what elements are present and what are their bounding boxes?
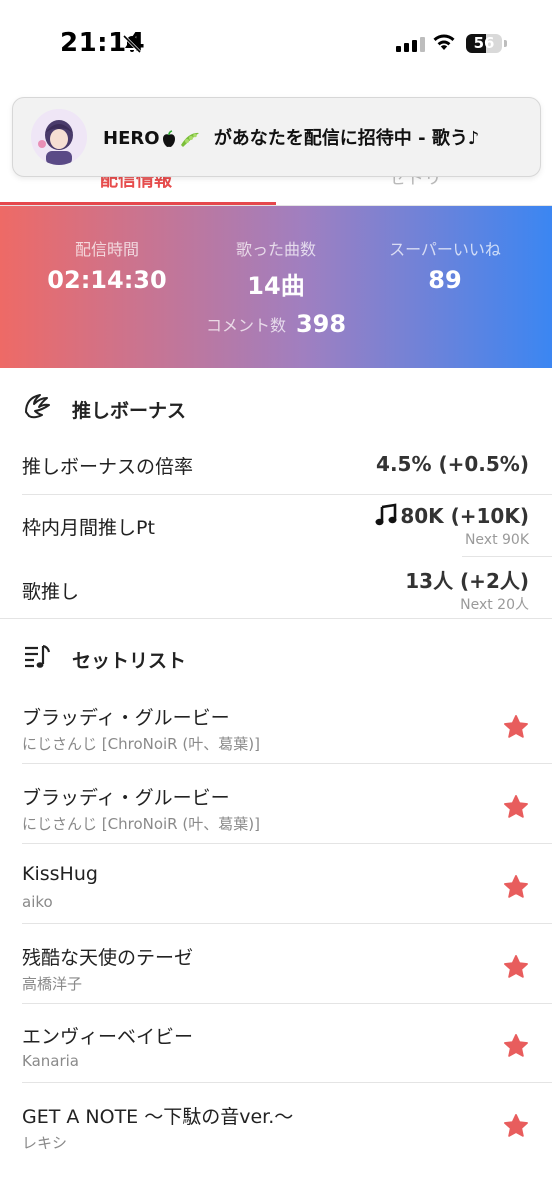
inviter-name: HERO [103,128,160,149]
stat-value: 89 [428,266,462,294]
song-artist: にじさんじ [ChroNoiR (叶、葛葉)] [22,815,260,833]
song-title: エンヴィーベイビー [22,1026,194,1048]
song-artist: レキシ [22,1134,68,1152]
star-icon[interactable] [502,953,530,981]
setlist-item[interactable]: KissHug aiko [0,845,552,924]
star-icon[interactable] [502,873,530,901]
divider [22,923,552,924]
stat-value: 02:14:30 [47,266,167,294]
cellular-signal-icon [396,37,425,52]
row-label: 歌推し [22,581,80,603]
stat-value: 14曲 [247,272,305,300]
battery-icon: 56 [466,34,502,53]
stat-label: 歌った曲数 [235,240,316,259]
wing-icon [25,394,50,419]
row-label: 枠内月間推しPt [22,517,155,539]
stat-value: 398 [295,310,347,338]
row-sub: Next 20人 [460,597,529,613]
setlist-item[interactable]: エンヴィーベイビー Kanaria [0,1004,552,1083]
setlist-item[interactable]: 残酷な天使のテーゼ 高橋洋子 [0,925,552,1004]
monthly-pt-value: 80K (+10K) [400,504,529,528]
stat-label: コメント数 [205,316,286,335]
row-sub: Next 90K [464,532,529,548]
setlist-item[interactable]: ブラッディ・グルービー にじさんじ [ChroNoiR (叶、葛葉)] [0,765,552,844]
music-note-icon [375,503,397,526]
bonus-row-monthly-pt: 枠内月間推しPt 80K (+10K) Next 90K [0,495,552,557]
invite-notification[interactable]: HERO があなたを配信に招待中 - 歌う♪ [12,97,541,177]
avatar [31,109,87,165]
row-value: 4.5% (+0.5%) [376,452,529,476]
row-label: 推しボーナスの倍率 [22,456,194,478]
apple-emoji-icon [162,130,175,147]
setlist-item[interactable]: ブラッディ・グルービー にじさんじ [ChroNoiR (叶、葛葉)] [0,685,552,764]
invite-message: があなたを配信に招待中 - 歌う♪ [213,128,480,149]
battery-tip [504,40,507,47]
divider [22,763,552,764]
song-title: KissHug [22,863,98,885]
star-icon[interactable] [502,1032,530,1060]
stat-stream-time: 配信時間 02:14:30 [32,236,182,294]
song-artist: aiko [22,893,53,911]
setlist-item[interactable]: GET A NOTE 〜下駄の音ver.〜 レキシ [0,1084,552,1163]
stat-comments: コメント数 398 [0,310,552,338]
status-bar: 21:14 56 [0,0,552,92]
wifi-icon [433,34,455,50]
playlist-icon [25,644,51,668]
row-value: 80K (+10K) [374,503,529,528]
star-icon[interactable] [502,713,530,741]
edamame-emoji-icon [180,132,199,147]
divider [22,1082,552,1083]
song-artist: にじさんじ [ChroNoiR (叶、葛葉)] [22,735,260,753]
star-icon[interactable] [502,1112,530,1140]
section-divider [0,618,552,619]
star-icon[interactable] [502,793,530,821]
row-value: 13人 (+2人) [405,569,529,593]
song-title: 残酷な天使のテーゼ [22,947,194,969]
stats-banner: 配信時間 02:14:30 歌った曲数 14曲 スーパーいいね 89 コメント数… [0,206,552,368]
stat-label: スーパーいいね [389,240,501,259]
bonus-row-rate: 推しボーナスの倍率 4.5% (+0.5%) [0,434,552,494]
stat-songs: 歌った曲数 14曲 [201,236,351,301]
section-title: セットリスト [72,650,187,672]
song-artist: Kanaria [22,1052,79,1070]
divider [22,843,552,844]
stat-superlike: スーパーいいね 89 [370,236,520,294]
song-artist: 高橋洋子 [22,975,83,993]
song-title: ブラッディ・グルービー [22,707,230,729]
song-title: ブラッディ・グルービー [22,787,230,809]
stat-label: 配信時間 [74,240,139,259]
bonus-row-song-oshi: 歌推し 13人 (+2人) Next 20人 [0,557,552,619]
bell-muted-icon [122,34,142,54]
section-title: 推しボーナス [72,400,187,422]
song-title: GET A NOTE 〜下駄の音ver.〜 [22,1106,294,1128]
notification-text: HERO があなたを配信に招待中 - 歌う♪ [103,124,479,150]
battery-level: 56 [473,34,495,52]
